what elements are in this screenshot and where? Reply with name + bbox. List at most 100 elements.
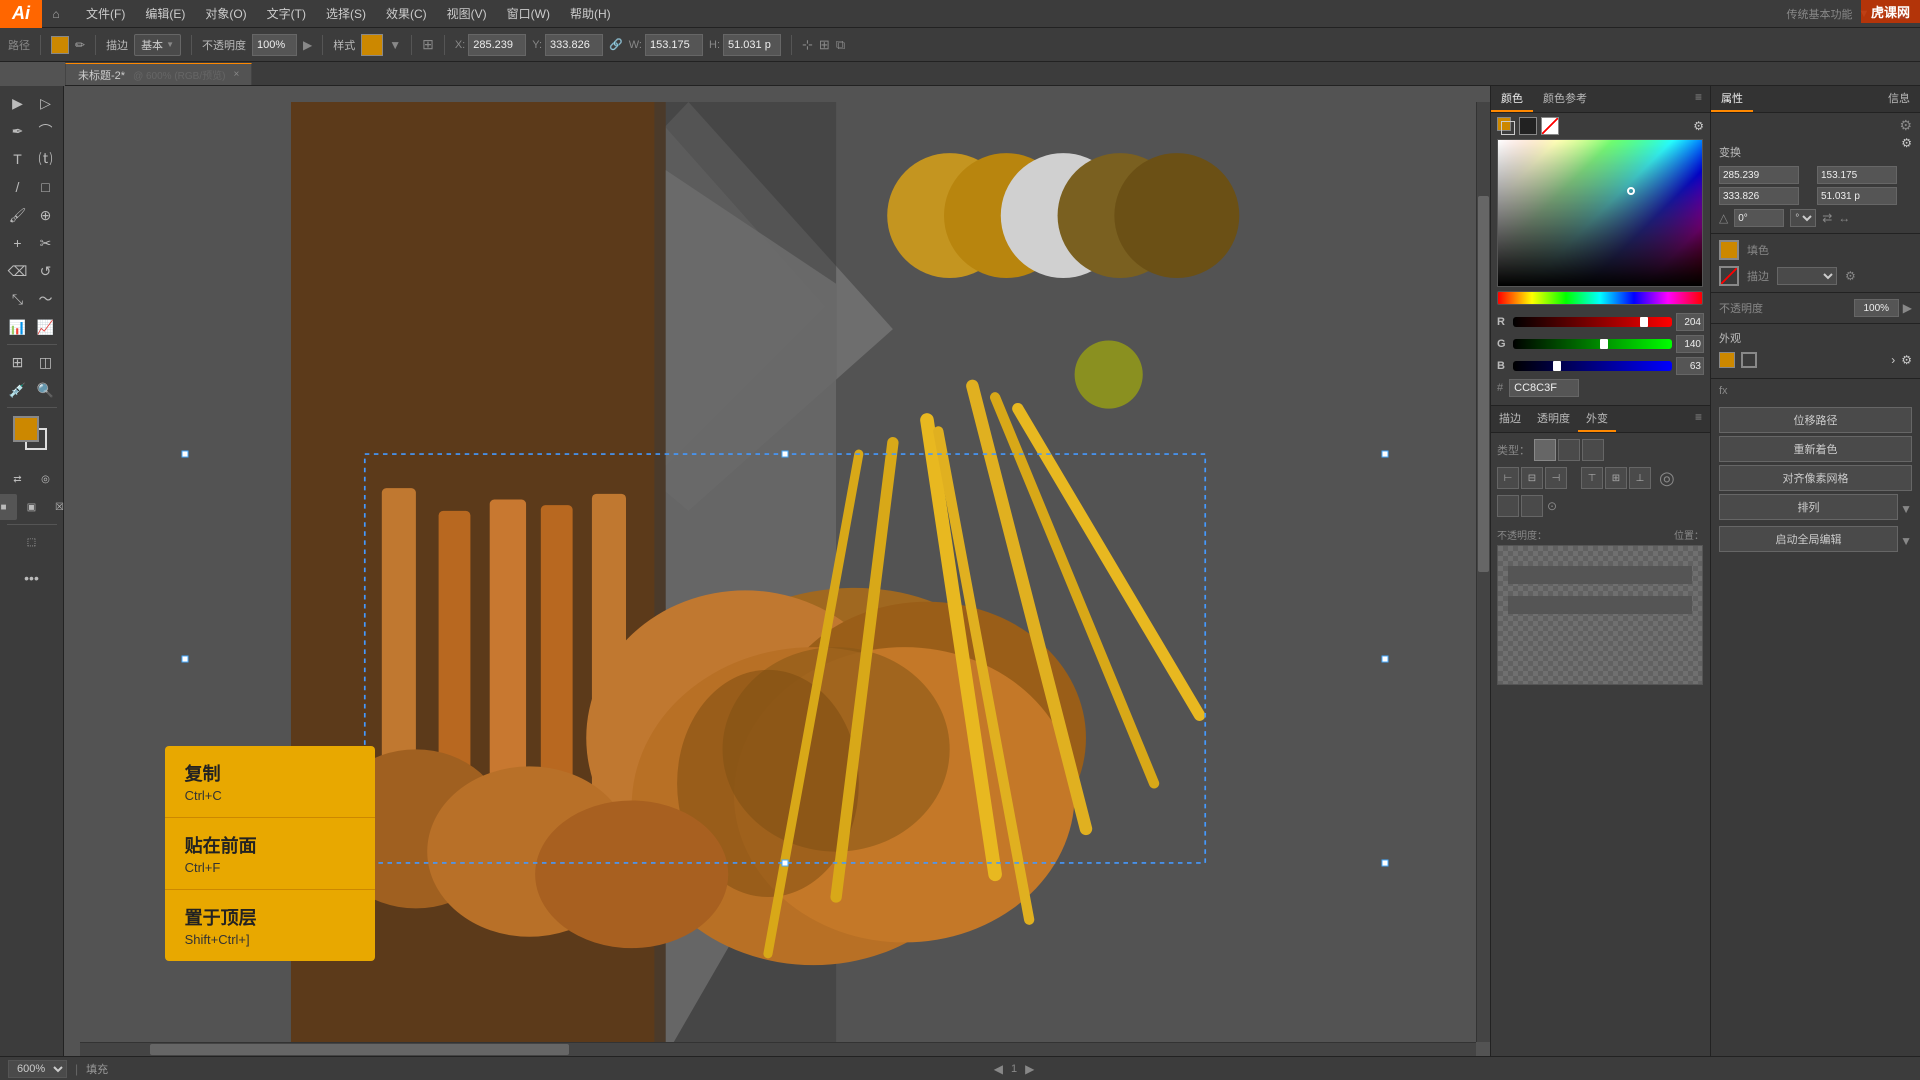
transform-w-input[interactable] [1719, 187, 1799, 205]
color-panel-menu[interactable]: ≡ [1687, 86, 1710, 112]
appearance-expand[interactable]: › [1891, 353, 1895, 367]
appearance-stroke-swatch[interactable] [1741, 352, 1757, 368]
line-tool[interactable]: / [5, 174, 31, 200]
align-pixel-btn[interactable]: 对齐像素网格 [1719, 465, 1912, 491]
color-tab[interactable]: 颜色 [1491, 86, 1533, 112]
context-menu-bring-top[interactable]: 置于顶层 Shift+Ctrl+] [165, 890, 375, 961]
style-dropdown-arrow[interactable]: ▼ [389, 38, 401, 52]
b-thumb[interactable] [1553, 361, 1561, 371]
menu-file[interactable]: 文件(F) [78, 3, 133, 24]
align-left[interactable]: ⊢ [1497, 467, 1519, 489]
path-offset-btn[interactable]: 位移路径 [1719, 407, 1912, 433]
h-input[interactable] [723, 34, 781, 56]
trans-scale-1[interactable] [1497, 495, 1519, 517]
color-panel-settings[interactable]: ⚙ [1693, 119, 1704, 133]
menu-select[interactable]: 选择(S) [318, 3, 374, 24]
context-menu-copy[interactable]: 复制 Ctrl+C [165, 746, 375, 818]
direct-select-tool[interactable]: ▷ [33, 90, 59, 116]
hex-input[interactable] [1509, 379, 1579, 397]
blob-brush-tool[interactable]: ⊕ [33, 202, 59, 228]
rect-tool[interactable]: □ [33, 174, 59, 200]
artboard-tool[interactable]: ⬚ [19, 529, 45, 555]
align-center[interactable]: ⊟ [1521, 467, 1543, 489]
horizontal-scrollbar[interactable] [80, 1042, 1476, 1056]
stroke-panel-menu[interactable]: ≡ [1687, 406, 1710, 432]
dark-swatch[interactable] [1519, 117, 1537, 135]
opacity-arrow[interactable]: ▶ [1903, 301, 1912, 315]
none-mode-btn[interactable]: ☒ [47, 494, 73, 520]
style-swatch[interactable] [361, 34, 383, 56]
type-tool[interactable]: T [5, 146, 31, 172]
trans-circle-icon[interactable]: ◎ [1659, 468, 1675, 489]
arrange-dropdown-icon[interactable]: ▼ [1900, 502, 1912, 516]
menu-view[interactable]: 视图(V) [439, 3, 495, 24]
color-mode-btn[interactable]: ■ [0, 494, 17, 520]
g-value-input[interactable] [1676, 335, 1704, 353]
align-icon[interactable]: ⊞ [422, 36, 434, 53]
stroke-tab[interactable]: 描边 [1491, 406, 1529, 432]
align-right[interactable]: ⊣ [1545, 467, 1567, 489]
trans-clock-icon[interactable]: ⊙ [1547, 499, 1557, 513]
arrange-btn[interactable]: 排列 [1719, 494, 1898, 520]
tab-close-button[interactable]: × [233, 69, 239, 80]
vertical-scrollbar-thumb[interactable] [1478, 196, 1489, 572]
info-tab[interactable]: 信息 [1878, 86, 1920, 112]
appearance-icon[interactable]: ⚙ [1901, 353, 1912, 367]
properties-tab[interactable]: 属性 [1711, 86, 1753, 112]
fill-color-swatch[interactable] [51, 36, 69, 54]
menu-window[interactable]: 窗口(W) [499, 3, 558, 24]
y-input[interactable] [545, 34, 603, 56]
align-top[interactable]: ⊤ [1581, 467, 1603, 489]
gradient-mode-btn[interactable]: ▣ [19, 494, 45, 520]
touch-type-tool[interactable]: ⒯ [33, 146, 59, 172]
status-mode[interactable]: 填充 [86, 1061, 108, 1077]
stroke-settings-icon[interactable]: ⚙ [1845, 269, 1856, 283]
scissors-tool[interactable]: ✂ [33, 230, 59, 256]
rotate-tool[interactable]: ↺ [33, 258, 59, 284]
scale-tool[interactable]: ⤡ [5, 286, 31, 312]
attr-stroke-swatch[interactable] [1719, 266, 1739, 286]
recolor-btn[interactable]: 重新着色 [1719, 436, 1912, 462]
mesh-tool[interactable]: ⊞ [5, 349, 31, 375]
transform-tab[interactable]: 外变 [1578, 406, 1616, 432]
context-menu-paste-front[interactable]: 贴在前面 Ctrl+F [165, 818, 375, 890]
w-input[interactable] [645, 34, 703, 56]
fx-label[interactable]: fx [1719, 385, 1728, 397]
default-colors-btn[interactable]: ◎ [33, 466, 59, 492]
stroke-dropdown[interactable]: 基本 ▼ [134, 34, 181, 56]
appearance-fill-swatch[interactable] [1719, 352, 1735, 368]
gradient-tool[interactable]: ◫ [33, 349, 59, 375]
hue-slider[interactable] [1497, 291, 1703, 305]
opacity-attr-input[interactable] [1854, 299, 1899, 317]
document-tab[interactable]: 未标题-2* @ 600% (RGB/预览) × [65, 63, 252, 85]
pen-tool[interactable]: ✒ [5, 118, 31, 144]
transform-icon[interactable]: ⊹ [802, 37, 813, 53]
opacity-arrow-right[interactable]: ▶ [303, 38, 312, 52]
zoom-select[interactable]: 600% [8, 1060, 67, 1078]
r-value-input[interactable] [1676, 313, 1704, 331]
g-thumb[interactable] [1600, 339, 1608, 349]
align-bottom[interactable]: ⊥ [1629, 467, 1651, 489]
menu-effect[interactable]: 效果(C) [378, 3, 435, 24]
none-indicator[interactable] [1541, 117, 1559, 135]
angle-unit-select[interactable]: ° [1790, 209, 1816, 227]
angle-input[interactable] [1734, 209, 1784, 227]
home-icon[interactable]: ⌂ [42, 0, 70, 28]
prev-page-btn[interactable]: ◀ [994, 1062, 1003, 1076]
add-anchor-tool[interactable]: + [5, 230, 31, 256]
x-input[interactable] [468, 34, 526, 56]
pencil-icon[interactable]: ✏ [75, 38, 85, 52]
stroke-select[interactable] [1777, 267, 1837, 285]
horizontal-scrollbar-thumb[interactable] [150, 1044, 569, 1055]
flip-h-icon[interactable]: ↔ [1838, 211, 1850, 225]
transparency-tab[interactable]: 透明度 [1529, 406, 1578, 432]
r-slider[interactable] [1513, 317, 1672, 327]
select-tool[interactable]: ▶ [5, 90, 31, 116]
menu-text[interactable]: 文字(T) [259, 3, 314, 24]
menu-help[interactable]: 帮助(H) [562, 3, 619, 24]
canvas-area[interactable]: 复制 Ctrl+C 贴在前面 Ctrl+F 置于顶层 Shift+Ctrl+] [80, 102, 1490, 1056]
align-distribute-icon[interactable]: ⊞ [819, 37, 830, 53]
swap-colors-btn[interactable]: ⇄ [5, 466, 31, 492]
menu-edit[interactable]: 编辑(E) [137, 3, 193, 24]
global-edit-dropdown-icon[interactable]: ▼ [1900, 534, 1912, 548]
